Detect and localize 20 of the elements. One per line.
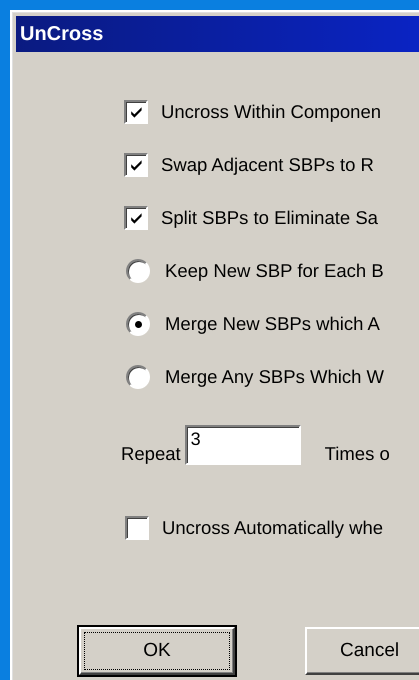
checkbox[interactable] <box>124 153 148 177</box>
option-label: Merge Any SBPs Which W <box>165 366 384 388</box>
radio-button[interactable] <box>126 312 150 336</box>
times-label: Times o <box>324 443 390 465</box>
option-label: Merge New SBPs which A <box>165 313 380 335</box>
option-label: Uncross Automatically whe <box>162 517 384 539</box>
ok-button[interactable]: OK <box>79 627 235 675</box>
cancel-button[interactable]: Cancel <box>305 627 419 675</box>
option-label: Uncross Within Componen <box>161 101 382 123</box>
window-title: UnCross <box>20 22 104 46</box>
radio-button[interactable] <box>126 365 150 389</box>
radio-button[interactable] <box>126 259 150 283</box>
checkbox[interactable] <box>124 100 148 124</box>
option-label: Keep New SBP for Each B <box>165 260 384 282</box>
option-label: Swap Adjacent SBPs to R <box>161 154 374 176</box>
repeat-label: Repeat <box>121 443 181 465</box>
option-label: Split SBPs to Eliminate Sa <box>161 207 378 229</box>
checkbox[interactable] <box>124 206 148 230</box>
checkbox[interactable] <box>125 516 149 540</box>
repeat-count-field[interactable]: 3 <box>184 425 301 465</box>
